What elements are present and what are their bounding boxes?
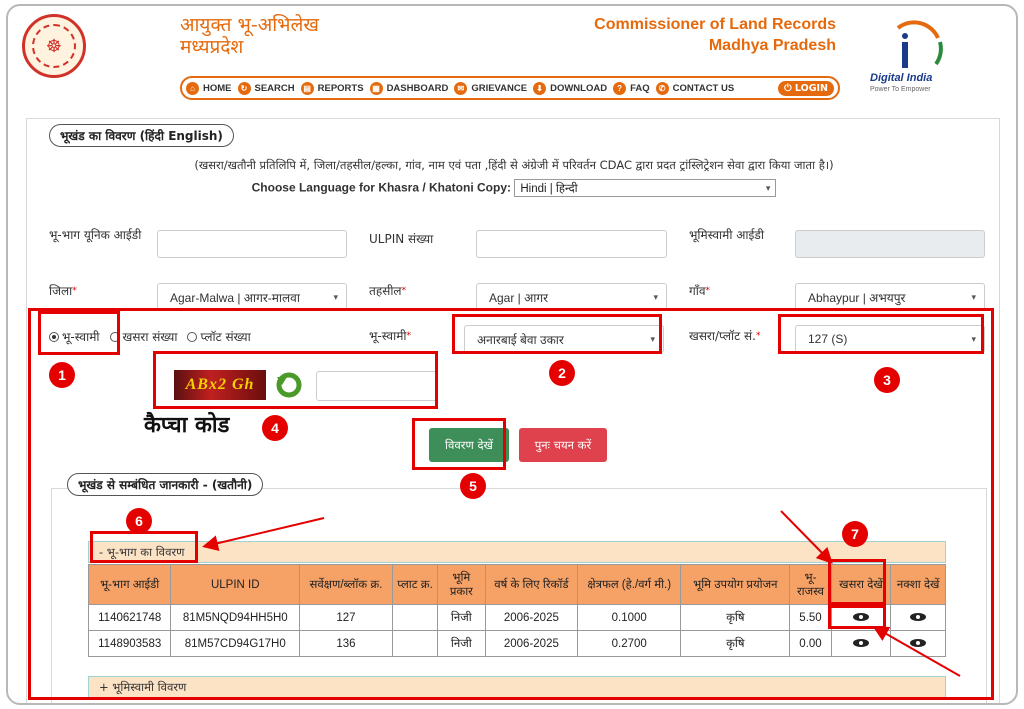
nav-reports-label: REPORTS (317, 82, 364, 94)
district-select[interactable]: Agar-Malwa | आगर-मालवा ▾ (157, 283, 347, 311)
transliteration-note: (खसरा/खतौनी प्रतिलिपि में, जिला/तहसील/हल… (194, 158, 834, 172)
annotation-badge-7: 7 (842, 521, 868, 547)
district-label-text: जिला (49, 284, 73, 298)
district-value: Agar-Malwa | आगर-मालवा (170, 290, 300, 305)
chevron-down-icon: ▾ (765, 182, 771, 193)
village-select[interactable]: Abhaypur | अभयपुर ▾ (795, 283, 985, 311)
owner-id-input[interactable] (795, 230, 985, 258)
language-select[interactable]: Hindi | हिन्दी ▾ (514, 179, 777, 197)
chevron-down-icon: ▾ (653, 291, 658, 302)
form-legend: भूखंड का विवरण (हिंदी English) (49, 124, 234, 147)
owner-id-label: भूमिस्वामी आईडी (689, 228, 764, 242)
nav-download-label: DOWNLOAD (550, 82, 608, 94)
main-navbar: ⌂ HOME ↻ SEARCH ▤ REPORTS ▦ DASHBOARD ✉ GRIEV… (180, 76, 840, 100)
chevron-down-icon: ▾ (971, 291, 976, 302)
village-label-text: गाँव (689, 284, 706, 298)
download-icon: ⬇ (533, 81, 547, 95)
annotation-badge-4: 4 (262, 415, 288, 441)
tehsil-value: Agar | आगर (489, 290, 549, 305)
login-label: LOGIN (794, 82, 828, 94)
nav-contact-label: CONTACT US (672, 82, 735, 94)
language-label: Choose Language for Khasra / Khatoni Cop… (251, 180, 511, 195)
annotation-badge-3: 3 (874, 367, 900, 393)
login-icon: ⏻ (784, 82, 795, 94)
annotation-box-4 (153, 351, 438, 409)
nav-search[interactable]: ↻ SEARCH (237, 81, 295, 95)
tehsil-label: तहसील* (369, 284, 406, 299)
unique-id-label: भू-भाग यूनिक आईडी (49, 228, 142, 242)
village-label: गाँव* (689, 284, 710, 299)
ulpin-input[interactable] (476, 230, 667, 258)
unique-id-input[interactable] (157, 230, 347, 258)
faq-icon: ? (613, 81, 627, 95)
nav-dashboard[interactable]: ▦ DASHBOARD (369, 81, 449, 95)
title-hindi-line1: आयुक्त भू-अभिलेख (180, 14, 319, 36)
site-header: ☸ आयुक्त भू-अभिलेख मध्यप्रदेश Commission… (8, 6, 1016, 114)
chevron-down-icon: ▾ (333, 291, 338, 302)
login-button[interactable]: ⏻ LOGIN (778, 80, 834, 96)
ulpin-label: ULPIN संख्या (369, 232, 434, 246)
language-row: Choose Language for Khasra / Khatoni Cop… (27, 179, 1001, 197)
page-frame: ☸ आयुक्त भू-अभिलेख मध्यप्रदेश Commission… (6, 4, 1018, 705)
nav-home[interactable]: ⌂ HOME (186, 81, 232, 95)
nav-home-label: HOME (203, 82, 232, 94)
annotation-badge-5: 5 (460, 473, 486, 499)
nav-faq-label: FAQ (630, 82, 650, 94)
village-value: Abhaypur | अभयपुर (808, 290, 906, 305)
annotation-box-eye (828, 605, 886, 629)
digital-india-text: Digital India (870, 72, 933, 84)
dashboard-icon: ▦ (369, 81, 383, 95)
grievance-icon: ✉ (454, 81, 468, 95)
contact-icon: ✆ (655, 81, 669, 95)
annotation-box-7 (828, 559, 886, 605)
title-hindi-line2: मध्यप्रदेश (180, 36, 244, 58)
site-title-hindi: आयुक्त भू-अभिलेख मध्यप्रदेश (180, 14, 319, 58)
required-marker: * (401, 286, 407, 296)
nav-contact[interactable]: ✆ CONTACT US (655, 81, 735, 95)
refresh-icon: ↻ (237, 81, 251, 95)
annotation-box-6 (90, 531, 198, 563)
home-icon: ⌂ (186, 81, 199, 95)
annotation-box-1 (38, 311, 120, 355)
annotation-box-2 (452, 314, 662, 354)
title-english-line2: Madhya Pradesh (708, 37, 836, 54)
title-english-line1: Commissioner of Land Records (594, 16, 836, 33)
report-icon: ▤ (300, 81, 314, 95)
emblem-icon: ☸ (32, 24, 76, 68)
required-marker: * (705, 286, 711, 296)
mp-emblem-logo: ☸ (22, 14, 86, 78)
nav-grievance[interactable]: ✉ GRIEVANCE (454, 81, 528, 95)
tehsil-label-text: तहसील (369, 284, 402, 298)
nav-download[interactable]: ⬇ DOWNLOAD (533, 81, 608, 95)
annotation-box-5 (412, 418, 506, 470)
district-label: जिला* (49, 284, 77, 299)
nav-search-label: SEARCH (254, 82, 295, 94)
annotation-box-3 (778, 314, 984, 354)
language-value: Hindi | हिन्दी (520, 182, 578, 195)
nav-dashboard-label: DASHBOARD (386, 82, 449, 94)
tehsil-select[interactable]: Agar | आगर ▾ (476, 283, 667, 311)
annotation-badge-1: 1 (49, 362, 75, 388)
digital-india-tagline: Power To Empower (870, 86, 931, 93)
required-marker: * (72, 286, 77, 296)
nav-reports[interactable]: ▤ REPORTS (300, 81, 364, 95)
nav-grievance-label: GRIEVANCE (471, 82, 528, 94)
annotation-badge-6: 6 (126, 508, 152, 534)
annotation-badge-2: 2 (549, 360, 575, 386)
site-title-english: Commissioner of Land Records Madhya Prad… (594, 14, 836, 56)
nav-faq[interactable]: ? FAQ (613, 81, 650, 95)
